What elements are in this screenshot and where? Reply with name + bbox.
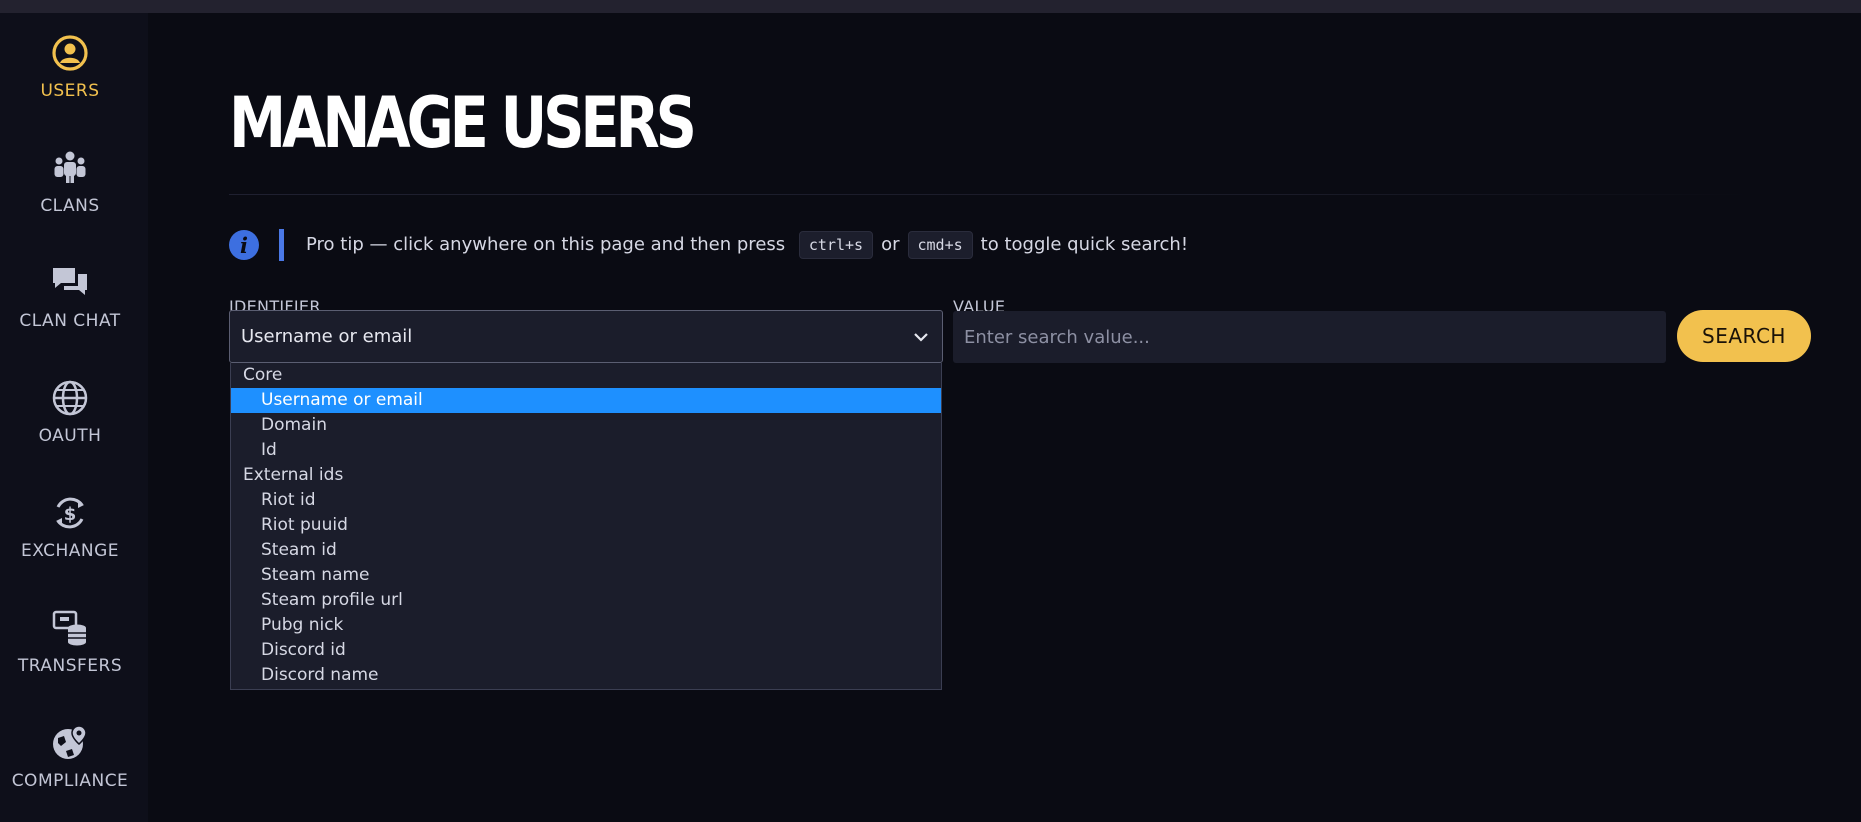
tip-text: Pro tip — click anywhere on this page an…	[306, 231, 1188, 259]
divider	[229, 194, 1749, 195]
tip-or: or	[881, 234, 900, 255]
sidebar-item-exchange[interactable]: $ EXCHANGE	[0, 493, 140, 593]
sidebar-item-users[interactable]: USERS	[0, 33, 140, 133]
sidebar-item-clan-chat[interactable]: CLAN CHAT	[0, 263, 140, 363]
main-content: MANAGE USERS i Pro tip — click anywhere …	[229, 13, 1861, 822]
search-value-input[interactable]	[953, 311, 1666, 363]
sidebar: USERS CLANS CLAN CHAT OAUTH $ EXCHANGE T…	[0, 13, 148, 822]
currency-exchange-icon: $	[56, 497, 84, 529]
identifier-dropdown-list: Core Username or email Domain Id Externa…	[230, 363, 942, 690]
option-group-external-ids: External ids	[243, 465, 344, 485]
sidebar-item-compliance[interactable]: COMPLIANCE	[0, 723, 140, 822]
shortcut-cmd-s: cmd+s	[907, 231, 973, 259]
option-group-core: Core	[243, 365, 283, 385]
group-icon	[54, 151, 86, 183]
sidebar-item-label: OAUTH	[38, 426, 102, 446]
sidebar-item-label: CLANS	[40, 196, 100, 216]
chat-icon	[53, 268, 87, 295]
identifier-select-value: Username or email	[241, 326, 413, 347]
globe-icon	[52, 380, 88, 416]
tip-prefix: Pro tip — click anywhere on this page an…	[306, 234, 786, 255]
option-riot-puuid[interactable]: Riot puuid	[231, 513, 941, 538]
globe-location-icon	[53, 725, 87, 759]
option-id[interactable]: Id	[231, 438, 941, 463]
user-circle-icon	[52, 35, 88, 71]
option-discord-id[interactable]: Discord id	[231, 638, 941, 663]
option-pubg-nick[interactable]: Pubg nick	[231, 613, 941, 638]
sidebar-item-label: EXCHANGE	[20, 541, 120, 561]
sidebar-item-clans[interactable]: CLANS	[0, 148, 140, 248]
database-transfer-icon	[52, 610, 86, 646]
info-icon: i	[229, 230, 259, 260]
option-discord-name[interactable]: Discord name	[231, 663, 941, 688]
option-username-or-email[interactable]: Username or email	[231, 388, 941, 413]
svg-text:$: $	[64, 504, 77, 525]
search-button[interactable]: SEARCH	[1677, 310, 1811, 362]
pro-tip: i Pro tip — click anywhere on this page …	[229, 227, 1188, 263]
sidebar-item-label: COMPLIANCE	[11, 771, 129, 791]
option-steam-profile-url[interactable]: Steam profile url	[231, 588, 941, 613]
identifier-select[interactable]: Username or email	[229, 310, 943, 363]
page-title: MANAGE USERS	[229, 82, 697, 164]
option-domain[interactable]: Domain	[231, 413, 941, 438]
option-steam-name[interactable]: Steam name	[231, 563, 941, 588]
tip-suffix: to toggle quick search!	[980, 234, 1189, 255]
sidebar-item-oauth[interactable]: OAUTH	[0, 378, 140, 478]
sidebar-item-label: CLAN CHAT	[19, 311, 121, 331]
shortcut-ctrl-s: ctrl+s	[798, 231, 874, 259]
sidebar-item-transfers[interactable]: TRANSFERS	[0, 608, 140, 708]
option-steam-id[interactable]: Steam id	[231, 538, 941, 563]
sidebar-item-label: TRANSFERS	[17, 656, 123, 676]
sidebar-item-label: USERS	[40, 81, 100, 101]
window-top-bar	[0, 0, 1861, 13]
chevron-down-icon	[914, 333, 928, 342]
option-riot-id[interactable]: Riot id	[231, 488, 941, 513]
tip-accent-bar	[279, 229, 284, 261]
